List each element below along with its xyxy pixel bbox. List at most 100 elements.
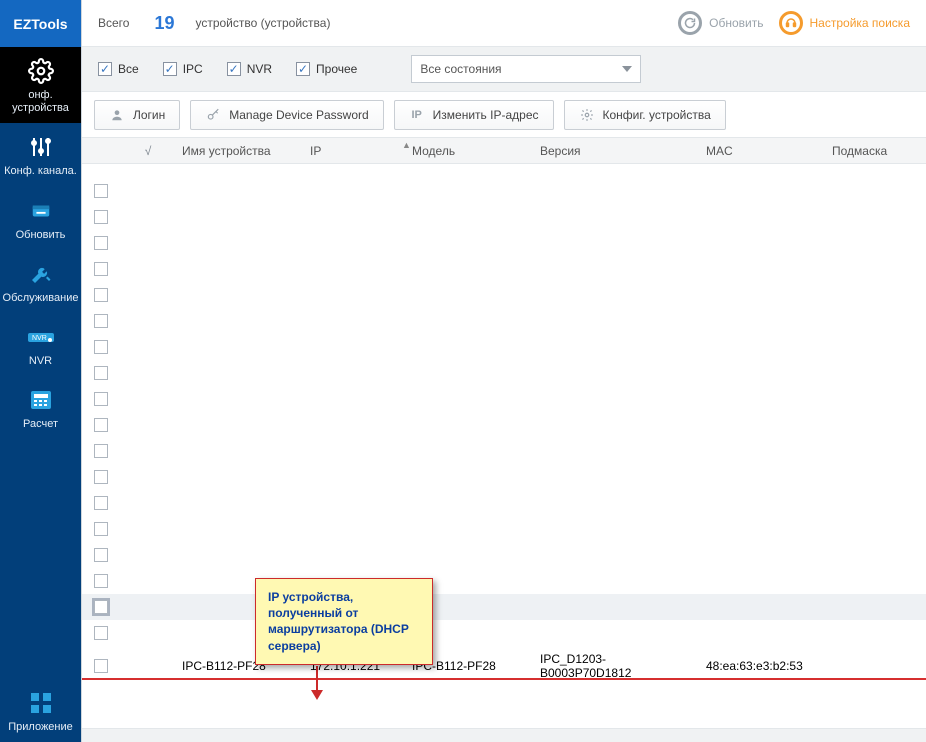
sidebar-item-calc[interactable]: Расчет (0, 376, 81, 439)
row-checkbox[interactable] (94, 366, 108, 380)
filter-other-checkbox[interactable]: Прочее (296, 62, 357, 76)
state-select-value: Все состояния (420, 62, 501, 76)
sliders-icon (25, 133, 57, 161)
filter-label: Прочее (316, 62, 357, 76)
table-row[interactable] (82, 568, 926, 594)
column-model[interactable]: Модель (406, 144, 534, 158)
row-checkbox[interactable] (94, 340, 108, 354)
sidebar-item-upgrade[interactable]: Обновить (0, 187, 81, 250)
table-row[interactable] (82, 516, 926, 542)
column-mac[interactable]: MAC (700, 144, 826, 158)
upgrade-icon (25, 197, 57, 225)
cell-version: IPC_D1203-B0003P70D1812 (534, 652, 700, 680)
row-checkbox[interactable] (94, 288, 108, 302)
gear-icon (25, 57, 57, 85)
manage-password-button[interactable]: Manage Device Password (190, 100, 383, 130)
table-row[interactable] (82, 308, 926, 334)
callout-text: IP устройства, полученный от маршрутизат… (268, 590, 409, 653)
filter-nvr-checkbox[interactable]: NVR (227, 62, 272, 76)
filter-label: NVR (247, 62, 272, 76)
checkbox-icon (296, 62, 310, 76)
row-checkbox[interactable] (94, 392, 108, 406)
table-row[interactable] (82, 282, 926, 308)
headset-icon (778, 10, 804, 36)
search-settings-label: Настройка поиска (810, 16, 910, 30)
table-row[interactable] (82, 204, 926, 230)
sidebar-item-channel-config[interactable]: Конф. канала. (0, 123, 81, 186)
sidebar-item-label: Конф. канала. (4, 165, 77, 178)
search-settings-button[interactable]: Настройка поиска (778, 10, 910, 36)
nvr-icon: NVR (25, 323, 57, 351)
checkbox-icon (227, 62, 241, 76)
table-row[interactable] (82, 464, 926, 490)
sidebar-item-label: Обновить (16, 229, 66, 242)
row-checkbox[interactable] (94, 496, 108, 510)
table-row-device[interactable]: IPC-B112-PF28 172.10.1.221 IPC-B112-PF28… (82, 654, 926, 680)
sidebar-item-app[interactable]: Приложение (0, 679, 81, 742)
refresh-button[interactable]: Обновить (677, 10, 763, 36)
action-bar: Логин Manage Device Password IP Изменить… (82, 92, 926, 138)
sidebar-item-maintenance[interactable]: Обслуживание (0, 250, 81, 313)
button-label: Логин (133, 108, 165, 122)
table-row[interactable] (82, 412, 926, 438)
column-name[interactable]: Имя устройства (176, 144, 304, 158)
user-icon (109, 107, 125, 123)
refresh-label: Обновить (709, 16, 763, 30)
sidebar-item-label: Приложение (8, 721, 73, 734)
app-logo: EZTools (0, 0, 81, 47)
refresh-icon (677, 10, 703, 36)
topbar: Всего 19 устройство (устройства) Обновит… (82, 0, 926, 47)
column-ip[interactable]: IP (304, 144, 406, 158)
table-row[interactable] (82, 542, 926, 568)
device-config-button[interactable]: Конфиг. устройства (564, 100, 726, 130)
table-row[interactable] (82, 230, 926, 256)
table-row[interactable] (82, 178, 926, 204)
column-version[interactable]: Версия (534, 144, 700, 158)
row-checkbox[interactable] (94, 236, 108, 250)
row-checkbox[interactable] (94, 626, 108, 640)
table-header: √ Имя устройства IP Модель Версия MAC По… (82, 138, 926, 164)
row-checkbox[interactable] (94, 314, 108, 328)
column-status[interactable]: √ (120, 144, 176, 158)
table-body: IPC-B112-PF28 172.10.1.221 IPC-B112-PF28… (82, 164, 926, 728)
cell-mac: 48:ea:63:e3:b2:53 (700, 659, 826, 673)
calculator-icon (25, 386, 57, 414)
row-checkbox[interactable] (94, 548, 108, 562)
sidebar-item-label: NVR (29, 355, 52, 368)
table-row[interactable] (82, 334, 926, 360)
table-row[interactable] (82, 438, 926, 464)
key-icon (205, 107, 221, 123)
chevron-down-icon (622, 66, 632, 72)
sidebar-item-label: Обслуживание (3, 292, 79, 305)
column-mask[interactable]: Подмаска (826, 144, 926, 158)
table-row[interactable] (82, 620, 926, 646)
sidebar-item-nvr[interactable]: NVR NVR (0, 313, 81, 376)
table-row[interactable] (82, 594, 926, 620)
row-checkbox[interactable] (94, 659, 108, 673)
table-row[interactable] (82, 164, 926, 178)
filter-ipc-checkbox[interactable]: IPC (163, 62, 203, 76)
row-checkbox[interactable] (94, 210, 108, 224)
row-checkbox[interactable] (94, 184, 108, 198)
sidebar-item-device-config[interactable]: онф. устройства (0, 47, 81, 123)
table-row[interactable] (82, 386, 926, 412)
login-button[interactable]: Логин (94, 100, 180, 130)
sidebar-item-label: Расчет (23, 418, 58, 431)
state-select[interactable]: Все состояния (411, 55, 641, 83)
row-checkbox[interactable] (94, 444, 108, 458)
table-row[interactable] (82, 490, 926, 516)
row-checkbox[interactable] (94, 600, 108, 614)
row-checkbox[interactable] (94, 418, 108, 432)
change-ip-button[interactable]: IP Изменить IP-адрес (394, 100, 554, 130)
row-checkbox[interactable] (94, 574, 108, 588)
filter-all-checkbox[interactable]: Все (98, 62, 139, 76)
sidebar: EZTools онф. устройства Конф. канала. Об… (0, 0, 81, 742)
row-checkbox[interactable] (94, 522, 108, 536)
row-checkbox[interactable] (94, 262, 108, 276)
table-row[interactable] (82, 360, 926, 386)
button-label: Manage Device Password (229, 108, 368, 122)
checkbox-icon (98, 62, 112, 76)
device-word: устройство (устройства) (195, 16, 330, 30)
row-checkbox[interactable] (94, 470, 108, 484)
table-row[interactable] (82, 256, 926, 282)
